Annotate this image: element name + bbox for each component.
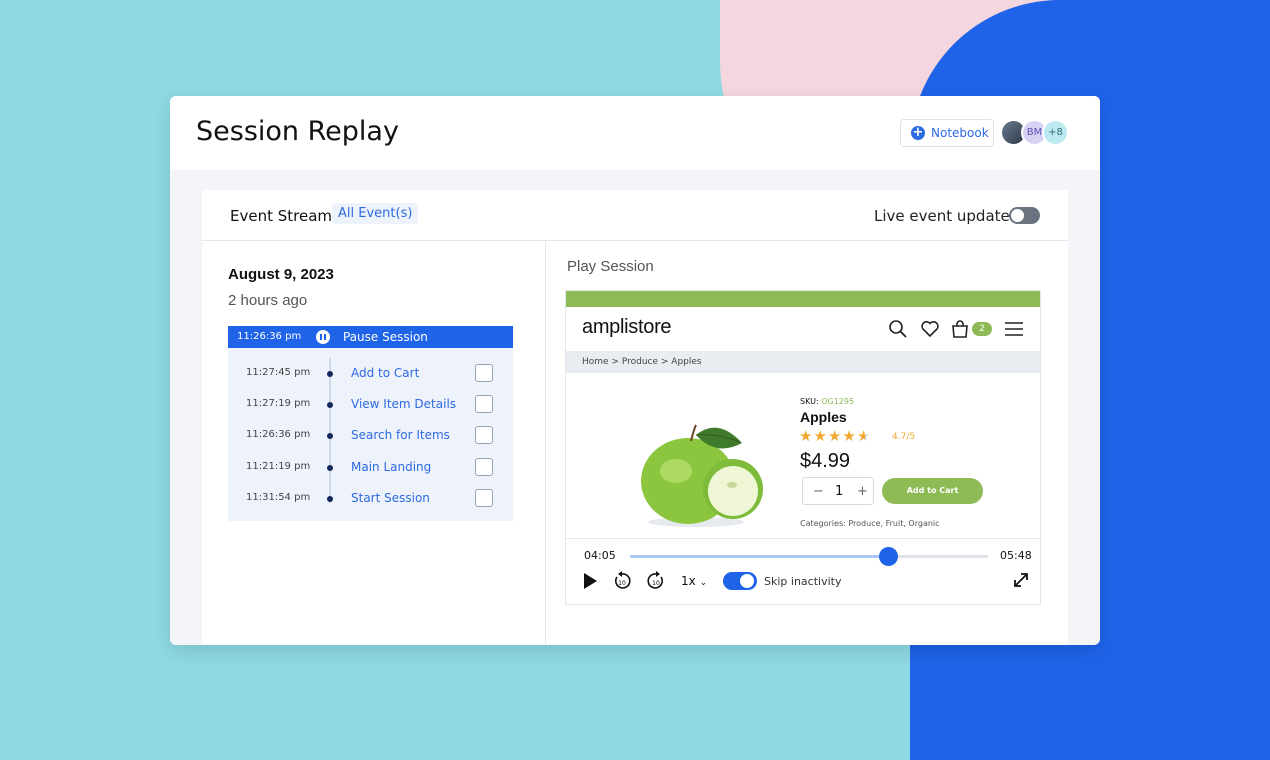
event-label[interactable]: Add to Cart — [351, 366, 419, 380]
window-header: Session Replay + Notebook BM +8 — [170, 96, 1100, 170]
timeline-dot — [327, 496, 333, 502]
star-rating: ★ ★ ★ ★ ★ — [799, 427, 870, 445]
event-label[interactable]: Search for Items — [351, 428, 450, 442]
playback-current-time: 04:05 — [584, 549, 616, 562]
avatar-more[interactable]: +8 — [1042, 119, 1069, 146]
product-price: $4.99 — [800, 450, 851, 472]
skip-inactivity-label: Skip inactivity — [764, 575, 842, 588]
skip-inactivity-toggle[interactable] — [723, 572, 757, 590]
event-time: 11:21:19 pm — [246, 461, 311, 472]
event-time: 11:27:19 pm — [246, 398, 311, 409]
product-categories: Categories: Produce, Fruit, Organic — [800, 519, 940, 528]
breadcrumb-bar: Home > Produce > Apples — [566, 351, 1040, 373]
forward-10-icon[interactable]: 10 — [646, 571, 666, 591]
event-time: 11:26:36 pm — [246, 429, 311, 440]
event-checkbox[interactable] — [475, 489, 493, 507]
search-icon[interactable] — [888, 319, 908, 339]
decrement-icon[interactable]: − — [813, 484, 824, 499]
live-updates-label: Live event updates — [874, 207, 1018, 225]
current-event-time: 11:26:36 pm — [237, 331, 302, 342]
rating-value: 4.7/5 — [892, 432, 916, 442]
shopping-bag-icon[interactable] — [950, 319, 970, 339]
current-event-label: Pause Session — [343, 330, 428, 344]
sku-label: SKU: — [800, 397, 819, 406]
breadcrumb[interactable]: Home > Produce > Apples — [582, 357, 702, 367]
event-row[interactable]: 11:31:54 pm Start Session — [228, 487, 513, 511]
event-label[interactable]: View Item Details — [351, 397, 456, 411]
page-title: Session Replay — [196, 116, 399, 147]
event-checkbox[interactable] — [475, 395, 493, 413]
controls-divider — [566, 538, 1040, 539]
add-to-cart-button[interactable]: Add to Cart — [882, 478, 983, 504]
product-image — [641, 424, 763, 527]
playback-speed-dropdown[interactable]: 1x ⌄ — [681, 574, 707, 588]
timeline-dot — [327, 402, 333, 408]
playback-progress-fill — [630, 555, 888, 558]
pause-icon[interactable] — [316, 330, 330, 344]
avatar-group[interactable]: BM +8 — [1000, 119, 1069, 146]
event-label[interactable]: Main Landing — [351, 460, 431, 474]
playback-speed-value: 1x — [681, 574, 696, 588]
quantity-value: 1 — [835, 484, 844, 499]
product-sku: SKU: OG1295 — [800, 397, 854, 406]
playback-scrubber[interactable] — [630, 547, 988, 566]
playback-total-time: 05:48 — [1000, 549, 1032, 562]
timeline-dot — [327, 371, 333, 377]
play-icon[interactable] — [584, 573, 597, 589]
event-time: 11:27:45 pm — [246, 367, 311, 378]
event-label[interactable]: Start Session — [351, 491, 430, 505]
session-player: amplistore 2 Home > Produce > Apples SKU… — [565, 290, 1041, 605]
chevron-down-icon: ⌄ — [699, 578, 708, 588]
timeline-dot — [327, 465, 333, 471]
heart-icon[interactable] — [920, 319, 940, 339]
menu-icon[interactable] — [1004, 319, 1024, 339]
timeline-dot — [327, 433, 333, 439]
store-top-bar — [566, 291, 1040, 307]
session-replay-window: Session Replay + Notebook BM +8 Event St… — [170, 96, 1100, 645]
svg-text:10: 10 — [652, 580, 660, 587]
product-name: Apples — [800, 409, 847, 425]
event-row[interactable]: 11:27:19 pm View Item Details — [228, 393, 513, 417]
event-filter-dropdown[interactable]: All Event(s) — [332, 203, 419, 224]
increment-icon[interactable]: + — [857, 484, 868, 499]
star-icon: ★ — [842, 427, 856, 445]
sku-value: OG1295 — [821, 397, 855, 406]
star-icon: ★ — [813, 427, 827, 445]
event-time: 11:31:54 pm — [246, 492, 311, 503]
event-timeline: 11:26:36 pm Pause Session 11:27:45 pm Ad… — [228, 326, 513, 521]
svg-text:10: 10 — [618, 580, 626, 587]
star-icon: ★ — [827, 427, 842, 445]
session-relative-time: 2 hours ago — [228, 292, 308, 309]
plus-icon: + — [911, 125, 925, 140]
event-checkbox[interactable] — [475, 458, 493, 476]
event-checkbox[interactable] — [475, 426, 493, 444]
quantity-stepper[interactable]: − 1 + — [802, 477, 874, 505]
current-event-row[interactable]: 11:26:36 pm Pause Session — [228, 326, 513, 348]
panel-divider — [545, 241, 546, 645]
session-date: August 9, 2023 — [228, 266, 334, 283]
notebook-button-label: Notebook — [931, 126, 989, 140]
notebook-button[interactable]: + Notebook — [900, 119, 994, 147]
event-panel: Event Stream All Event(s) Live event upd… — [202, 190, 1068, 645]
star-half-icon: ★ — [856, 427, 871, 445]
play-session-label: Play Session — [567, 258, 654, 275]
live-updates-toggle[interactable] — [1009, 207, 1040, 224]
event-row[interactable]: 11:26:36 pm Search for Items — [228, 424, 513, 448]
event-row[interactable]: 11:27:45 pm Add to Cart — [228, 362, 513, 386]
rewind-10-icon[interactable]: 10 — [612, 571, 632, 591]
event-stream-label: Event Stream — [230, 207, 333, 225]
scrubber-handle[interactable] — [878, 547, 898, 566]
cart-count-badge: 2 — [972, 322, 992, 336]
fullscreen-icon[interactable] — [1013, 572, 1029, 588]
event-row[interactable]: 11:21:19 pm Main Landing — [228, 456, 513, 480]
event-checkbox[interactable] — [475, 364, 493, 382]
event-stream-header: Event Stream All Event(s) Live event upd… — [202, 190, 1068, 241]
store-logo[interactable]: amplistore — [582, 316, 672, 339]
star-icon: ★ — [799, 427, 813, 445]
